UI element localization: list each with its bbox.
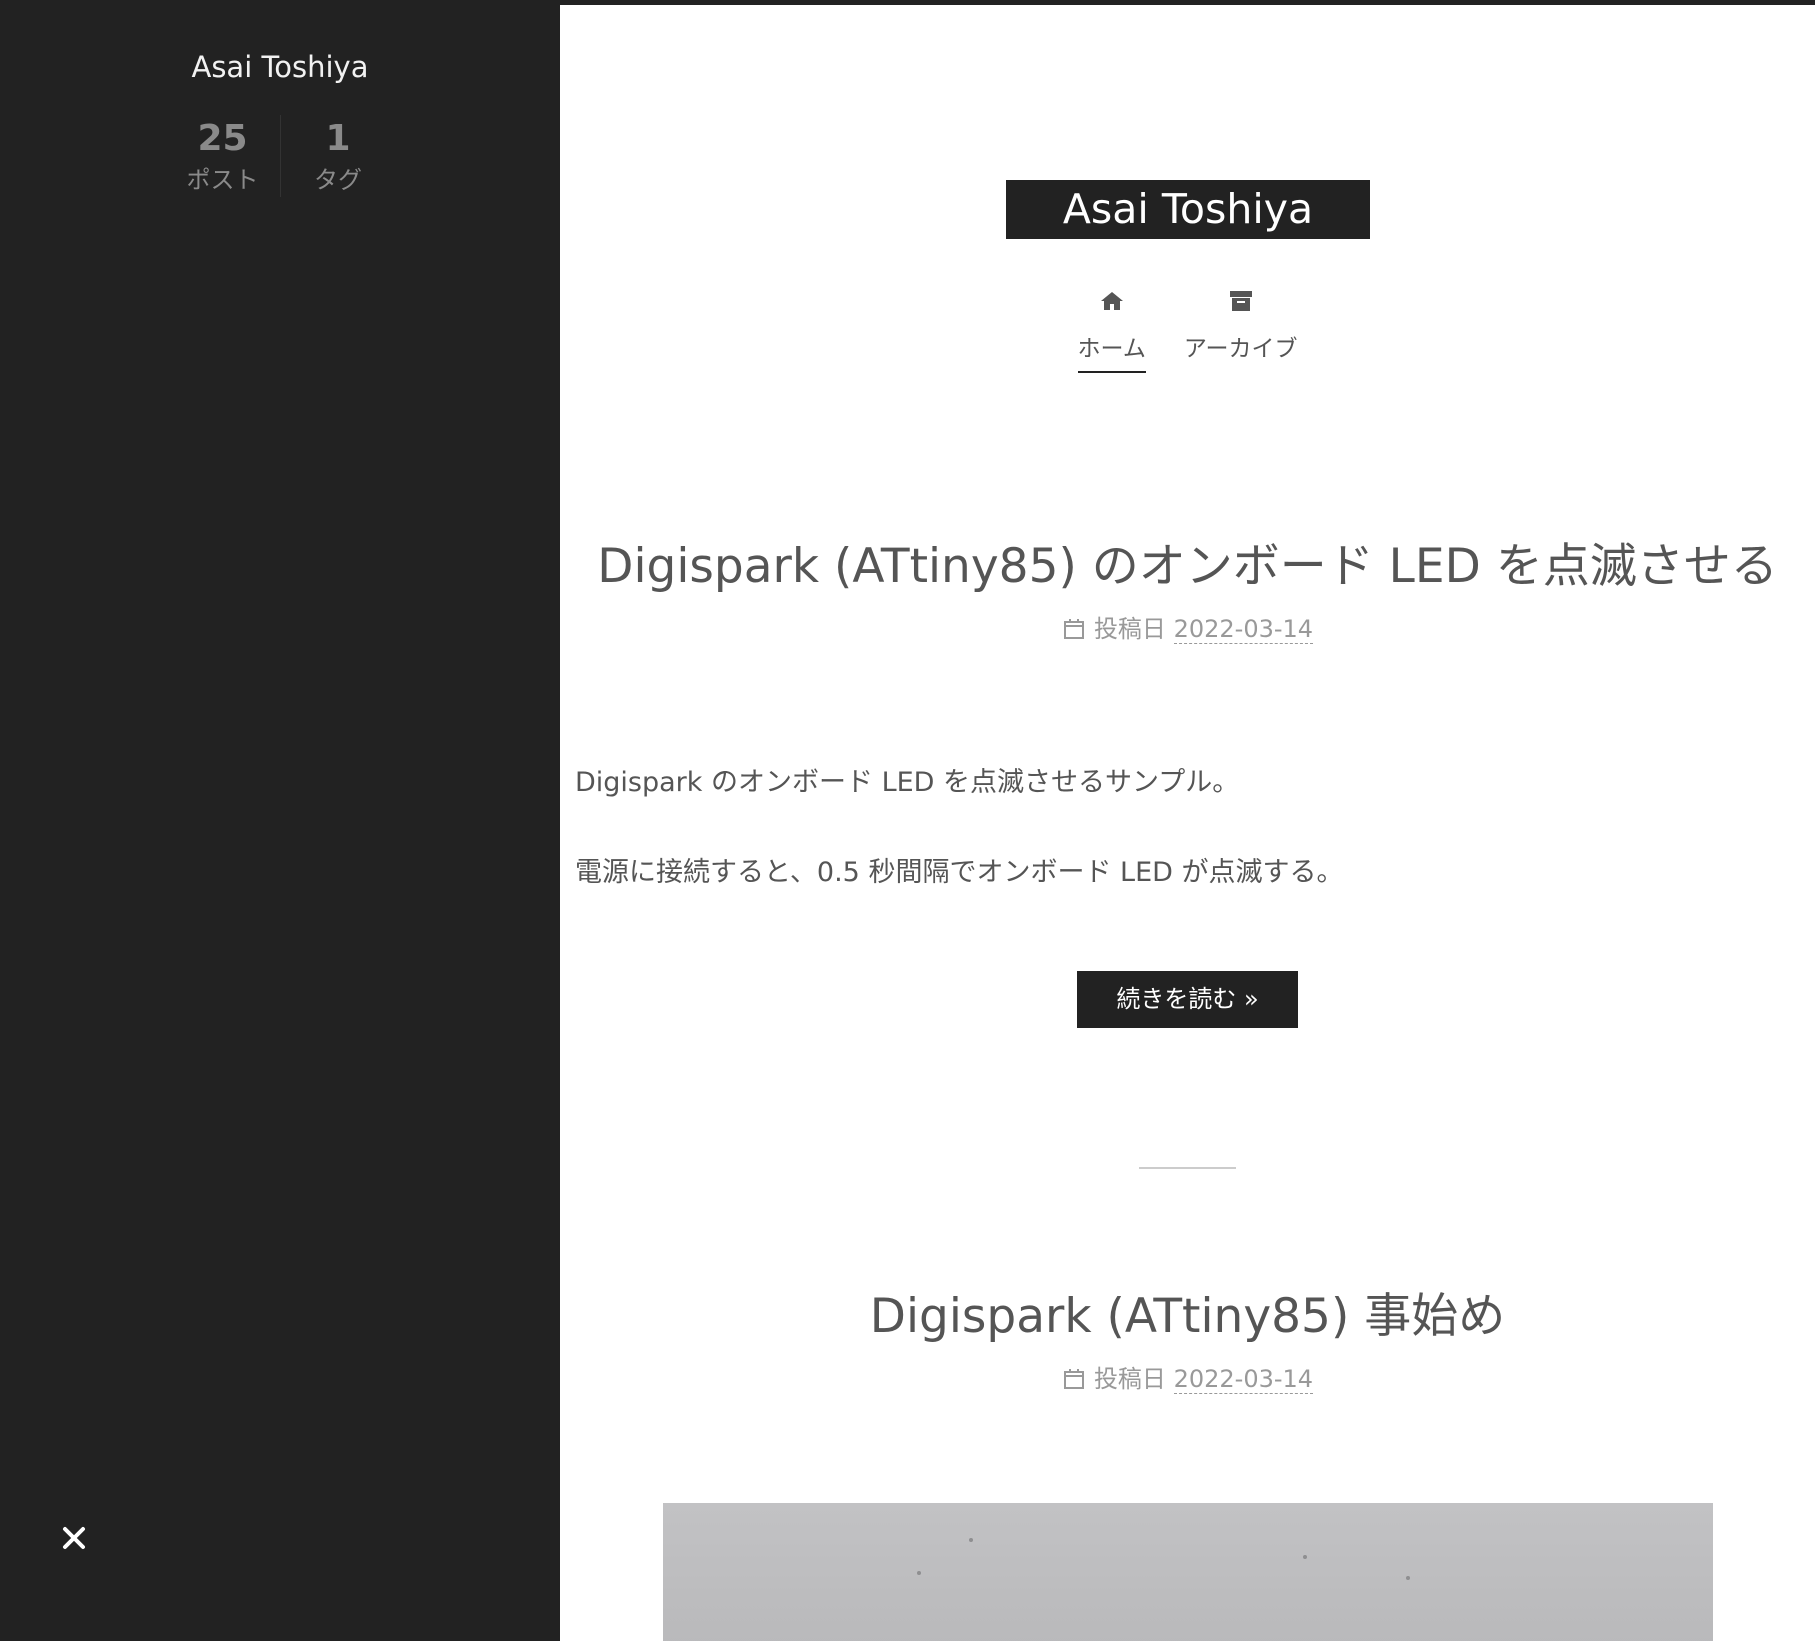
post-meta: 投稿日 2022-03-14 bbox=[560, 609, 1815, 644]
stat-tags-count: 1 bbox=[325, 118, 351, 159]
image-speck bbox=[917, 1571, 921, 1575]
menu-item-archive-label: アーカイブ bbox=[1183, 336, 1298, 362]
site-title[interactable]: Asai Toshiya bbox=[1006, 180, 1370, 239]
archive-icon bbox=[1227, 287, 1255, 315]
close-icon[interactable] bbox=[56, 1520, 92, 1556]
post-date[interactable]: 2022-03-14 bbox=[1173, 1365, 1314, 1394]
post-meta-label: 投稿日 bbox=[1093, 1365, 1166, 1393]
post-meta: 投稿日 2022-03-14 bbox=[560, 1359, 1815, 1394]
image-speck bbox=[1303, 1555, 1307, 1559]
sidebar-stats: 25 ポスト 1 タグ bbox=[0, 115, 560, 197]
calendar-icon bbox=[1062, 1367, 1086, 1391]
stat-posts[interactable]: 25 ポスト bbox=[165, 115, 280, 197]
post-divider bbox=[1139, 1167, 1236, 1169]
image-speck bbox=[1406, 1576, 1410, 1580]
menu-item-home[interactable]: ホーム bbox=[1077, 287, 1146, 373]
post-meta-label: 投稿日 bbox=[1093, 615, 1166, 643]
home-icon bbox=[1098, 287, 1126, 315]
image-speck bbox=[969, 1538, 973, 1542]
menu-item-archive[interactable]: アーカイブ bbox=[1183, 287, 1298, 373]
read-more-button[interactable]: 続きを読む » bbox=[1077, 971, 1298, 1028]
post-image bbox=[663, 1503, 1713, 1641]
sidebar-author-name: Asai Toshiya bbox=[191, 50, 369, 84]
main-content: Asai Toshiya ホーム アーカイブ Digispark (ATtiny… bbox=[560, 0, 1815, 1641]
post-title[interactable]: Digispark (ATtiny85) 事始め bbox=[560, 1277, 1815, 1346]
site-menu: ホーム アーカイブ bbox=[560, 287, 1815, 373]
post-paragraph: Digispark のオンボード LED を点滅させるサンプル。 bbox=[575, 767, 1240, 798]
stat-posts-count: 25 bbox=[197, 118, 248, 159]
post-excerpt: Digispark のオンボード LED を点滅させるサンプル。 電源に接続する… bbox=[575, 763, 1805, 943]
stat-posts-label: ポスト bbox=[186, 166, 259, 194]
post-date[interactable]: 2022-03-14 bbox=[1173, 615, 1314, 644]
calendar-icon bbox=[1062, 617, 1086, 641]
menu-item-home-label: ホーム bbox=[1077, 329, 1146, 373]
post-title[interactable]: Digispark (ATtiny85) のオンボード LED を点滅させる bbox=[560, 527, 1815, 596]
stat-tags-label: タグ bbox=[314, 166, 362, 194]
post-paragraph: 電源に接続すると、0.5 秒間隔でオンボード LED が点滅する。 bbox=[575, 857, 1344, 888]
sidebar: Asai Toshiya 25 ポスト 1 タグ bbox=[0, 0, 560, 1641]
stat-tags[interactable]: 1 タグ bbox=[280, 115, 395, 197]
